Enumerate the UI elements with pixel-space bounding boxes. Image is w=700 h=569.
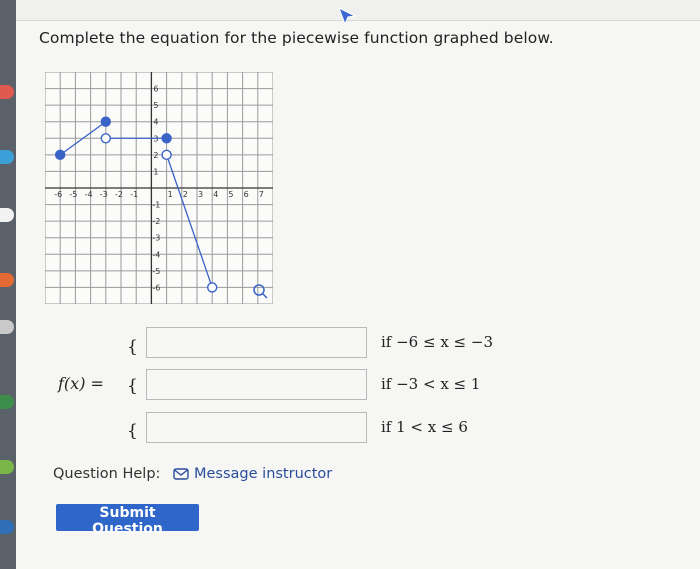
piece-2-condition: if −3 < x ≤ 1 <box>381 375 481 393</box>
message-instructor-text: Message instructor <box>194 466 333 482</box>
side-app-icon <box>0 273 14 287</box>
piece-2-brace: { <box>127 376 138 396</box>
side-app-icon <box>0 150 14 164</box>
side-app-icon <box>0 320 14 334</box>
y-tick-label: 1 <box>153 167 158 176</box>
x-tick-label: 3 <box>198 190 203 199</box>
y-tick-label: -1 <box>152 201 160 210</box>
x-tick-label: -6 <box>54 190 62 199</box>
x-tick-label: -2 <box>115 190 123 199</box>
x-tick-label: -5 <box>69 190 77 199</box>
x-tick-label: 7 <box>259 190 264 199</box>
piece-1-answer-input[interactable] <box>146 327 367 358</box>
closed-endpoint <box>100 116 111 127</box>
y-tick-label: -5 <box>152 267 160 276</box>
side-app-icon <box>0 208 14 222</box>
piecewise-graph[interactable]: -6-5-4-3-2-11234567 654321-1-2-3-4-5-6 <box>45 72 273 304</box>
side-app-icon <box>0 395 14 409</box>
background-strip <box>0 0 16 569</box>
open-endpoint <box>100 133 111 144</box>
piece-3-answer-input[interactable] <box>146 412 367 443</box>
y-tick-label: -6 <box>152 283 160 292</box>
y-tick-label: -2 <box>152 217 160 226</box>
question-prompt: Complete the equation for the piecewise … <box>39 29 554 47</box>
side-app-icon <box>0 460 14 474</box>
x-tick-label: -3 <box>100 190 108 199</box>
y-tick-label: 2 <box>153 151 158 160</box>
y-tick-label: -3 <box>152 234 160 243</box>
open-endpoint <box>161 149 172 161</box>
function-label: f(x) = <box>58 374 104 393</box>
piece-2-answer-input[interactable] <box>146 369 367 400</box>
closed-endpoint <box>161 133 172 144</box>
cursor-icon <box>338 6 357 26</box>
x-tick-label: -1 <box>130 190 138 199</box>
piece-1-condition: if −6 ≤ x ≤ −3 <box>381 333 494 351</box>
y-tick-label: -4 <box>152 250 160 259</box>
side-app-icon <box>0 85 14 99</box>
x-tick-label: 2 <box>183 190 188 199</box>
y-tick-label: 4 <box>153 118 158 127</box>
message-instructor-link[interactable]: Message instructor <box>173 466 332 482</box>
envelope-icon <box>173 468 189 480</box>
x-tick-label: 1 <box>168 190 173 199</box>
x-tick-label: 4 <box>213 190 218 199</box>
piece-3-brace: { <box>127 421 138 441</box>
y-tick-label: 6 <box>153 85 158 94</box>
x-tick-label: 5 <box>228 190 233 199</box>
submit-question-button[interactable]: Submit Question <box>56 504 199 537</box>
piece-3-condition: if 1 < x ≤ 6 <box>381 418 468 436</box>
x-tick-label: 6 <box>244 190 249 199</box>
piece-1-brace: { <box>127 337 138 357</box>
question-help-label: Question Help: <box>53 466 161 482</box>
open-endpoint <box>206 282 218 293</box>
x-tick-label: -4 <box>85 190 93 199</box>
side-app-icon <box>0 520 14 534</box>
closed-endpoint <box>54 149 66 161</box>
y-tick-label: 5 <box>153 101 158 110</box>
